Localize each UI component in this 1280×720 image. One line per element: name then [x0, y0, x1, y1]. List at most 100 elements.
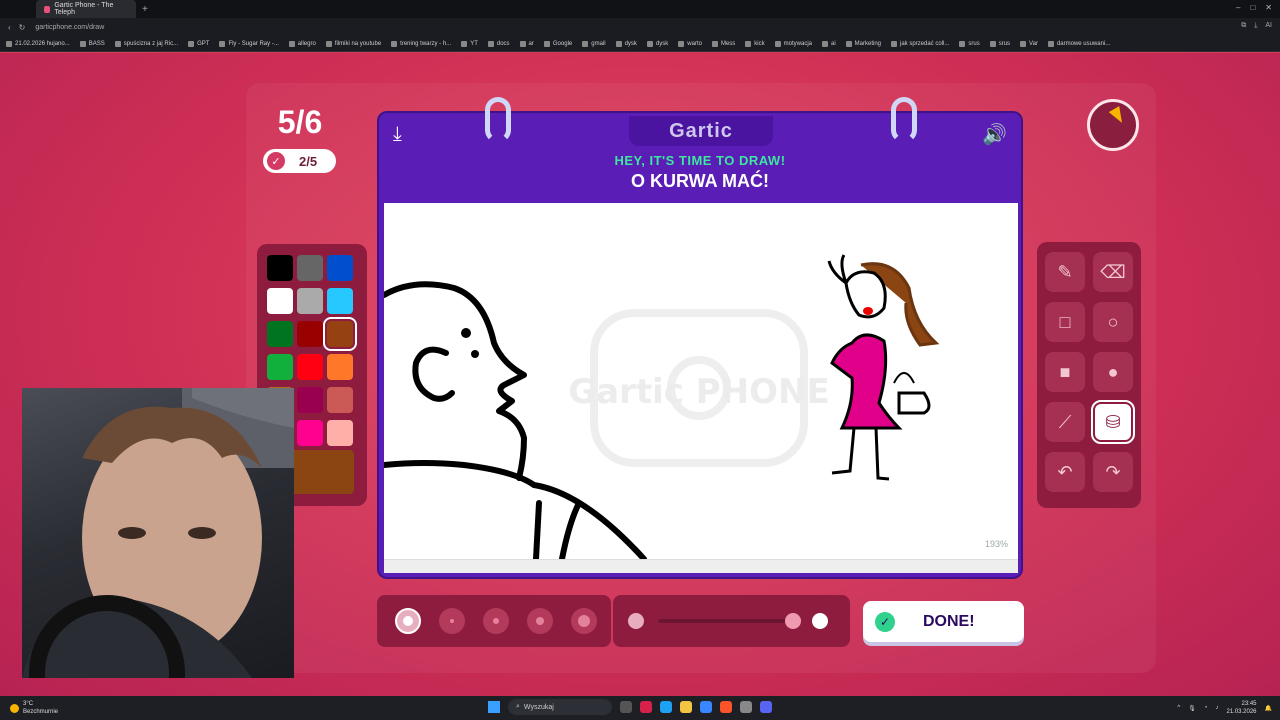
color-swatch[interactable]	[297, 255, 323, 281]
bookmark-item[interactable]: 21.02.2026 hujano...	[6, 40, 70, 47]
app-icon[interactable]	[740, 701, 752, 713]
brush-size-button[interactable]	[395, 608, 421, 634]
color-swatch[interactable]	[297, 387, 323, 413]
brush-size-button[interactable]	[439, 608, 465, 634]
done-button[interactable]: ✓ DONE!	[863, 601, 1024, 642]
bookmark-item[interactable]: Fly - Sugar Ray -...	[219, 40, 279, 47]
bookmark-item[interactable]: filmiki na youtube	[325, 40, 381, 47]
wifi-icon[interactable]: ◔	[1204, 705, 1208, 711]
minimize-icon[interactable]: –	[1236, 3, 1240, 12]
color-swatch[interactable]	[267, 288, 293, 314]
line-icon: ⟋	[1058, 411, 1072, 432]
url-field[interactable]: garticphone.com/draw	[35, 24, 104, 31]
bookmark-icon	[774, 40, 781, 47]
color-swatch[interactable]	[297, 420, 323, 446]
edge-icon[interactable]	[660, 701, 672, 713]
download-icon[interactable]: ⤓	[1254, 22, 1257, 30]
brush-size-button[interactable]	[527, 608, 553, 634]
task-view-icon[interactable]	[620, 701, 632, 713]
bookmark-item[interactable]: allegro	[288, 40, 316, 47]
brave-icon[interactable]	[720, 701, 732, 713]
close-window-icon[interactable]: ✕	[1265, 3, 1272, 12]
weather-widget[interactable]: 3°C Bezchmurnie	[10, 700, 58, 716]
bookmark-item[interactable]: spuścizna z jaj Ric...	[114, 40, 178, 47]
binder-ring-icon	[891, 97, 917, 143]
color-swatch[interactable]	[327, 288, 353, 314]
square-fill-icon: ■	[1059, 361, 1071, 382]
mic-icon[interactable]: 🎙	[1188, 705, 1196, 712]
brush-size-button[interactable]	[571, 608, 597, 634]
bookmark-item[interactable]: YT	[461, 40, 478, 47]
back-icon[interactable]: ‹	[8, 23, 11, 32]
tool-bucket-button[interactable]: ⛁	[1091, 400, 1135, 444]
maximize-icon[interactable]: □	[1250, 3, 1255, 12]
volume-icon[interactable]: ♪	[1215, 705, 1218, 711]
color-swatch[interactable]	[327, 255, 353, 281]
windows-start-icon[interactable]	[488, 701, 500, 713]
bookmark-item[interactable]: dysk	[615, 40, 637, 47]
bookmark-item[interactable]: Var	[1020, 40, 1038, 47]
opacity-min-icon	[628, 613, 644, 629]
bookmark-item[interactable]: ar	[519, 40, 534, 47]
drawing-eye	[471, 350, 479, 358]
bookmark-item[interactable]: trening twarzy - h...	[391, 40, 451, 47]
bookmark-item[interactable]: docs	[487, 40, 510, 47]
bookmark-item[interactable]: kick	[745, 40, 765, 47]
drawing-board: Gartic ⤓ 🔊 HEY, IT'S TIME TO DRAW! O KUR…	[377, 97, 1023, 579]
color-swatch[interactable]	[297, 321, 323, 347]
color-swatch[interactable]	[297, 354, 323, 380]
opacity-slider[interactable]	[658, 619, 793, 623]
color-swatch[interactable]	[267, 321, 293, 347]
download-drawing-icon[interactable]: ⤓	[393, 123, 402, 146]
bookmark-item[interactable]: Google	[543, 40, 572, 47]
color-swatch[interactable]	[327, 420, 353, 446]
bookmark-item[interactable]: GPT	[188, 40, 209, 47]
discord-icon[interactable]	[760, 701, 772, 713]
explorer-icon[interactable]	[680, 701, 692, 713]
color-swatch[interactable]	[327, 354, 353, 380]
sound-icon[interactable]: 🔊	[982, 122, 1007, 147]
tool-redo-button[interactable]: ↷	[1093, 452, 1133, 492]
bookmark-item[interactable]: ai	[821, 40, 836, 47]
tool-undo-button[interactable]: ↶	[1045, 452, 1085, 492]
color-swatch[interactable]	[297, 288, 323, 314]
browser-tab[interactable]: Gartic Phone - The Teleph	[36, 0, 136, 18]
bookmark-item[interactable]: jak sprzedać coll...	[891, 40, 949, 47]
reload-icon[interactable]: ↻	[19, 23, 26, 32]
tool-square-outline-button[interactable]: □	[1045, 302, 1085, 342]
tool-circle-fill-button[interactable]: ●	[1093, 352, 1133, 392]
bookmark-item[interactable]: Marketing	[845, 40, 881, 47]
color-swatch[interactable]	[327, 387, 353, 413]
brush-size-button[interactable]	[483, 608, 509, 634]
tool-pencil-button[interactable]: ✎	[1045, 252, 1085, 292]
bookmark-item[interactable]: darmowe usuwani...	[1047, 40, 1111, 47]
tool-eraser-button[interactable]: ⌫	[1093, 252, 1133, 292]
bookmark-item[interactable]: motywacja	[774, 40, 812, 47]
tool-circle-outline-button[interactable]: ○	[1093, 302, 1133, 342]
color-swatch[interactable]	[267, 354, 293, 380]
bookmark-item[interactable]: Mess	[711, 40, 736, 47]
opacity-knob[interactable]	[785, 613, 801, 629]
bookmark-item[interactable]: srus	[959, 40, 980, 47]
color-swatch[interactable]	[323, 317, 357, 351]
bookmark-item[interactable]: warto	[678, 40, 702, 47]
drawing-canvas[interactable]: Gartic PHONE 193%	[381, 203, 1018, 562]
color-swatch[interactable]	[267, 255, 293, 281]
notifications-icon[interactable]: 🔔	[1265, 705, 1272, 712]
bookmark-item[interactable]: BASS	[79, 40, 105, 47]
taskbar-search[interactable]: ⌕ Wyszukaj	[508, 699, 612, 715]
tool-line-button[interactable]: ⟋	[1045, 402, 1085, 442]
bookmark-label: darmowe usuwani...	[1056, 40, 1111, 47]
ai-button[interactable]: AI	[1265, 22, 1272, 30]
tray-arrow-icon[interactable]: ^	[1177, 705, 1180, 711]
bookmark-item[interactable]: gmail	[582, 40, 606, 47]
tool-square-fill-button[interactable]: ■	[1045, 352, 1085, 392]
bookmark-item[interactable]: srus	[989, 40, 1010, 47]
clock[interactable]: 23:45 21.03.2026	[1226, 700, 1256, 716]
opera-icon[interactable]	[640, 701, 652, 713]
new-tab-icon[interactable]: +	[142, 4, 148, 15]
store-icon[interactable]	[700, 701, 712, 713]
bookmark-item[interactable]: dysk	[646, 40, 668, 47]
extensions-icon[interactable]: ⧉	[1241, 22, 1246, 30]
bookmark-label: Mess	[720, 40, 736, 47]
